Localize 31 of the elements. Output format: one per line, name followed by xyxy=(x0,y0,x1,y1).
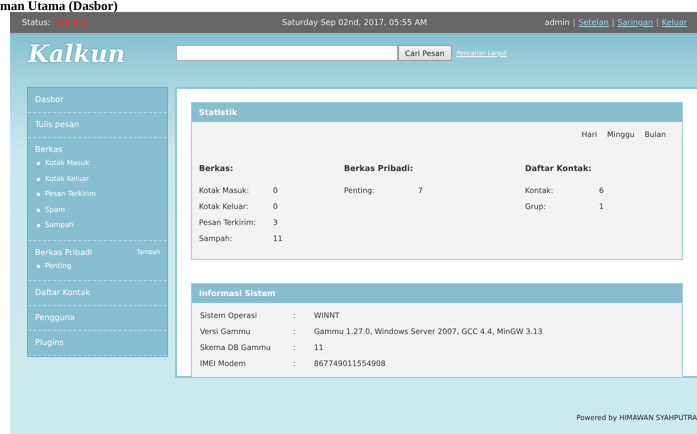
bullet-icon xyxy=(37,224,40,228)
sidebar-item[interactable]: Daftar Kontak xyxy=(35,287,90,299)
group-title: Berkas: xyxy=(199,164,234,173)
user-name: admin xyxy=(544,18,570,27)
bullet-icon xyxy=(37,264,40,268)
search-field[interactable] xyxy=(176,45,398,61)
status-value: Terputus xyxy=(53,18,88,27)
top-link[interactable]: Setelan xyxy=(578,18,609,27)
group-title: Berkas Pribadi: xyxy=(344,164,414,173)
bullet-icon xyxy=(37,178,40,181)
sidebar-item[interactable]: Plugins xyxy=(35,337,64,349)
group-title: Daftar Kontak: xyxy=(525,164,592,173)
panel-title: Informasi Sistem xyxy=(192,284,682,303)
sidebar-item[interactable]: Tulis pesan xyxy=(35,119,80,131)
sidebar-item[interactable]: Berkas Pribadi xyxy=(35,246,92,258)
status-label: Status: xyxy=(22,18,50,27)
top-link[interactable]: Keluar xyxy=(662,18,688,27)
bullet-icon xyxy=(37,193,40,196)
link-separator: | xyxy=(656,18,659,27)
panel-title: Statistik xyxy=(192,103,682,122)
top-link[interactable]: Saringan xyxy=(617,18,654,27)
sidebar-item[interactable]: Pengguna xyxy=(35,312,75,324)
date-time: Saturday Sep 02nd, 2017, 05:55 AM xyxy=(282,18,428,27)
sidebar-item[interactable]: Berkas xyxy=(35,144,62,156)
link-separator: | xyxy=(572,18,576,27)
sidebar-item[interactable]: Dasbor xyxy=(35,94,64,106)
document-heading: man Utama (Dasbor) xyxy=(0,0,118,12)
bullet-icon xyxy=(37,162,40,166)
bullet-icon xyxy=(37,208,40,212)
link-separator: | xyxy=(612,18,614,27)
logo: Kalkun xyxy=(28,38,126,68)
